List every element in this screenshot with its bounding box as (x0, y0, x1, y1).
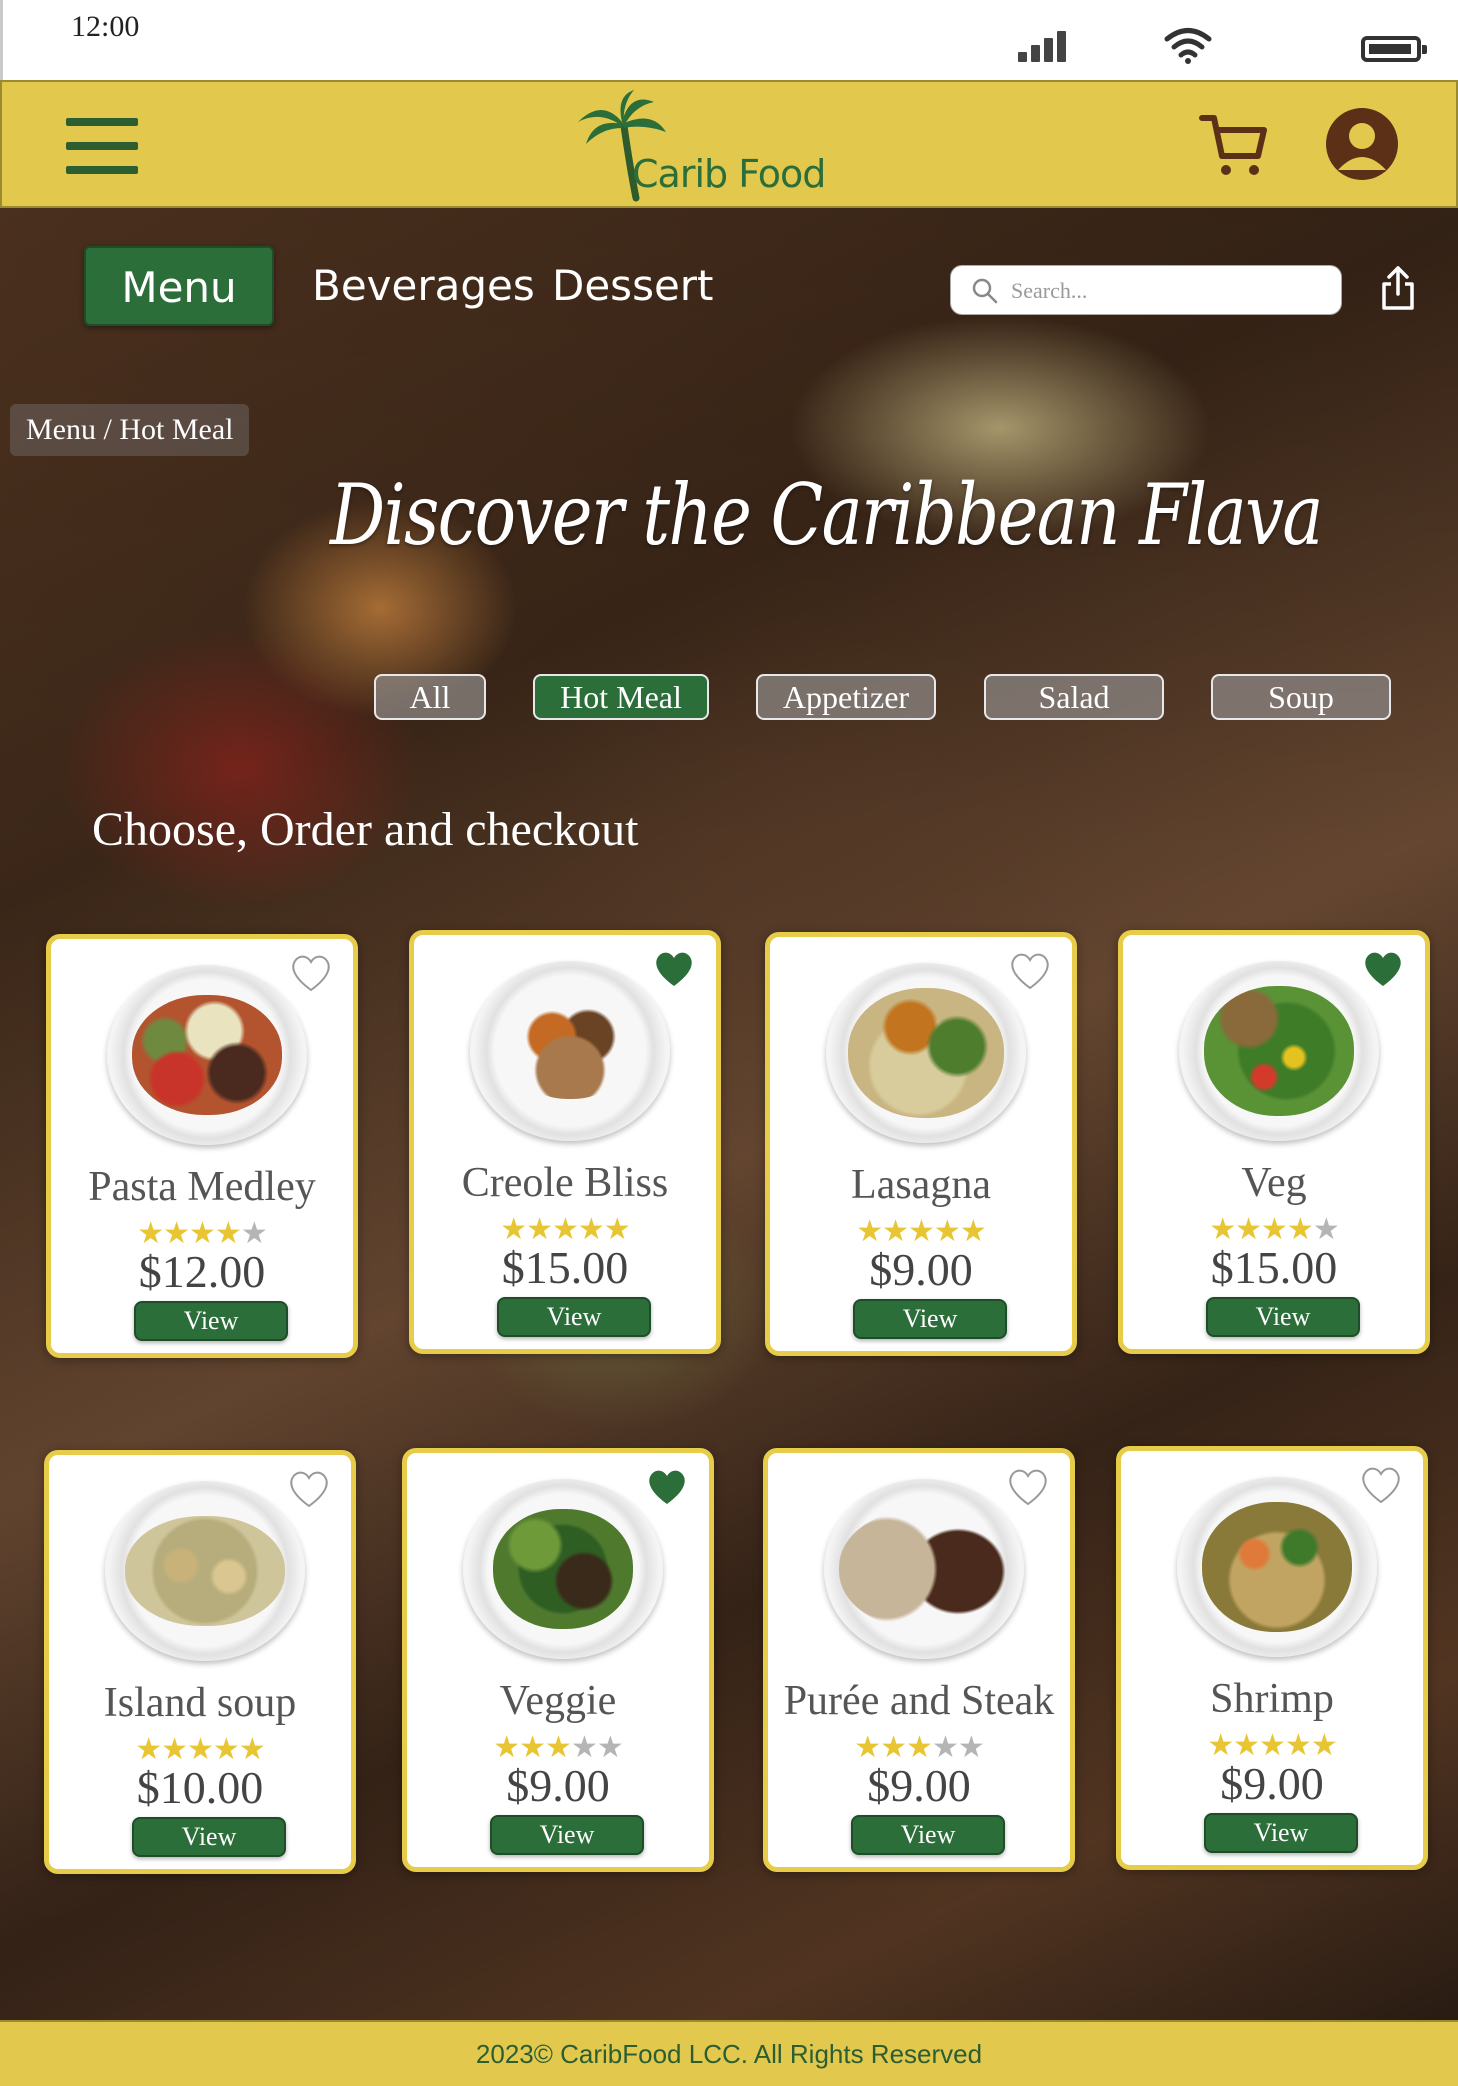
hamburger-menu-icon[interactable] (66, 118, 138, 174)
dish-image (1177, 1477, 1377, 1657)
user-avatar-icon[interactable] (1326, 108, 1398, 180)
filter-chip-all[interactable]: All (374, 674, 486, 720)
dish-price: $9.00 (506, 1760, 610, 1811)
heart-outline-icon[interactable] (1006, 1467, 1050, 1507)
view-button[interactable]: View (132, 1817, 286, 1857)
dish-name: Creole Bliss (461, 1160, 669, 1206)
product-card[interactable]: Pasta Medley ★★★★★ $12.00 View (46, 934, 358, 1358)
dish-price: $10.00 (136, 1762, 264, 1813)
dish-price: $9.00 (869, 1244, 973, 1295)
tab-dessert[interactable]: Dessert (552, 246, 714, 326)
hero-section: Menu Beverages Dessert Menu / Hot Meal D… (0, 208, 1458, 2020)
dish-image (826, 963, 1026, 1143)
product-card[interactable]: Veggie ★★★★★ $9.00 View (402, 1448, 714, 1872)
heart-outline-icon[interactable] (1359, 1465, 1403, 1505)
heart-outline-icon[interactable] (289, 953, 333, 993)
product-card[interactable]: Island soup ★★★★★ $10.00 View (44, 1450, 356, 1874)
view-button[interactable]: View (1204, 1813, 1358, 1853)
logo[interactable]: Carib Food (572, 88, 832, 202)
search-input[interactable] (1011, 274, 1331, 308)
filter-chip-hot-meal[interactable]: Hot Meal (533, 674, 709, 720)
dish-name: Island soup (103, 1680, 297, 1726)
dish-name: Purée and Steak (783, 1678, 1055, 1724)
tab-beverages[interactable]: Beverages (312, 246, 535, 326)
heart-outline-icon[interactable] (1008, 951, 1052, 991)
product-card[interactable]: Purée and Steak ★★★★★ $9.00 View (763, 1448, 1075, 1872)
dish-price: $15.00 (501, 1242, 629, 1293)
view-button[interactable]: View (1206, 1297, 1360, 1337)
dish-image (105, 1481, 305, 1661)
filter-chip-salad[interactable]: Salad (984, 674, 1164, 720)
dish-image (470, 961, 670, 1141)
hero-title: Discover the Caribbean Flava (330, 466, 1323, 564)
dish-name: Pasta Medley (88, 1164, 316, 1210)
dish-image (1179, 961, 1379, 1141)
heart-outline-icon[interactable] (287, 1469, 331, 1509)
search-box (950, 265, 1342, 315)
view-button[interactable]: View (851, 1815, 1005, 1855)
share-icon[interactable] (1380, 264, 1416, 312)
heart-filled-icon[interactable] (652, 949, 696, 989)
wifi-icon (1164, 28, 1212, 64)
status-bar: 12:00 (0, 0, 1458, 80)
footer: 2023© CaribFood LCC. All Rights Reserved (0, 2020, 1458, 2086)
search-icon (972, 278, 998, 304)
signal-icon (1018, 30, 1068, 62)
dish-price: $9.00 (867, 1760, 971, 1811)
product-card[interactable]: Veg ★★★★★ $15.00 View (1118, 930, 1430, 1354)
cart-icon[interactable] (1198, 110, 1270, 180)
heart-filled-icon[interactable] (1361, 949, 1405, 989)
view-button[interactable]: View (853, 1299, 1007, 1339)
dish-image (107, 965, 307, 1145)
dish-name: Veg (1241, 1160, 1307, 1206)
dish-price: $15.00 (1210, 1242, 1338, 1293)
dish-price: $9.00 (1220, 1758, 1324, 1809)
view-button[interactable]: View (490, 1815, 644, 1855)
dish-image (463, 1479, 663, 1659)
product-card[interactable]: Creole Bliss ★★★★★ $15.00 View (409, 930, 721, 1354)
product-card[interactable]: Shrimp ★★★★★ $9.00 View (1116, 1446, 1428, 1870)
logo-text: Carib Food (632, 152, 826, 196)
heart-filled-icon[interactable] (645, 1467, 689, 1507)
battery-icon (1361, 36, 1427, 62)
status-time: 12:00 (71, 10, 140, 43)
app-header: Carib Food (0, 80, 1458, 208)
section-subtitle: Choose, Order and checkout (92, 803, 639, 856)
dish-image (824, 1479, 1024, 1659)
dish-name: Lasagna (851, 1162, 991, 1208)
filter-chip-appetizer[interactable]: Appetizer (756, 674, 936, 720)
tab-menu[interactable]: Menu (84, 246, 274, 326)
view-button[interactable]: View (134, 1301, 288, 1341)
breadcrumb[interactable]: Menu / Hot Meal (10, 404, 250, 456)
dish-name: Veggie (499, 1678, 617, 1724)
view-button[interactable]: View (497, 1297, 651, 1337)
product-card[interactable]: Lasagna ★★★★★ $9.00 View (765, 932, 1077, 1356)
filter-chip-soup[interactable]: Soup (1211, 674, 1391, 720)
dish-price: $12.00 (138, 1246, 266, 1297)
dish-name: Shrimp (1210, 1676, 1334, 1722)
